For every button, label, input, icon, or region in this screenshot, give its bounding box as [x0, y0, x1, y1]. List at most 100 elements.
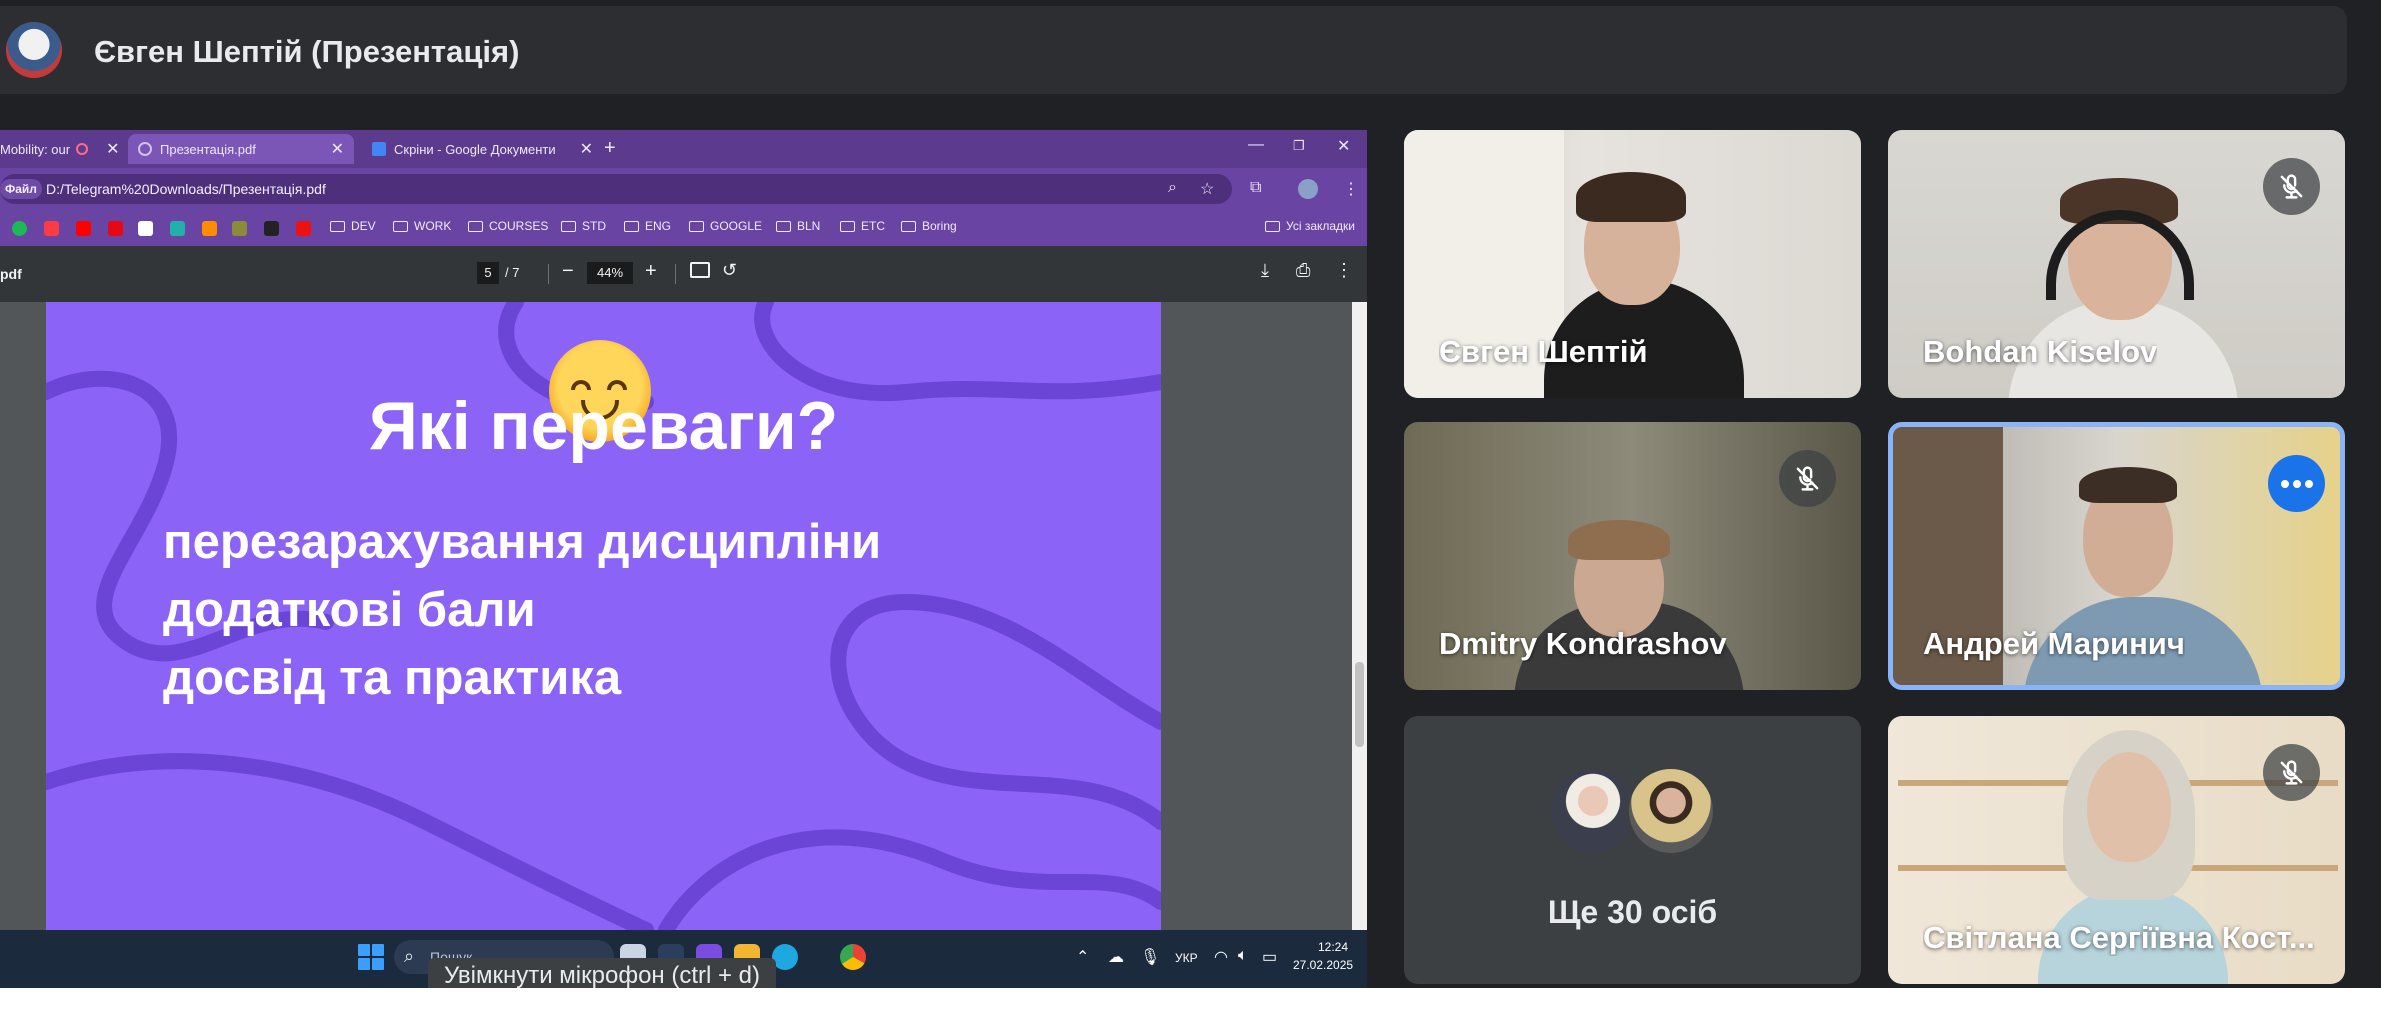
folder-icon	[776, 220, 791, 232]
minimize-icon[interactable]: —	[1248, 136, 1264, 154]
dot	[2305, 480, 2313, 488]
person-hair	[1568, 520, 1670, 560]
rotate-icon[interactable]: ↺	[722, 260, 737, 281]
more-options-icon[interactable]: ⋮	[1335, 260, 1353, 281]
presenter-avatar[interactable]	[6, 22, 62, 78]
participant-tile[interactable]: Dmitry Kondrashov	[1404, 422, 1861, 690]
chevron-up-icon[interactable]: ⌃	[1076, 947, 1089, 967]
url-text[interactable]: D:/Telegram%20Downloads/Презентація.pdf	[46, 181, 326, 197]
divider	[548, 264, 549, 284]
participant-name: Bohdan Kiselov	[1923, 334, 2158, 369]
cloud-icon[interactable]: ☁	[1108, 947, 1124, 967]
wifi-icon[interactable]: ◠	[1214, 947, 1228, 967]
language-indicator[interactable]: УКР	[1175, 951, 1198, 965]
mic-tooltip: Увімкнути мікрофон (ctrl + d)	[428, 958, 777, 988]
profile-avatar[interactable]	[1298, 179, 1318, 199]
presentation-title: Євген Шептій (Презентація)	[94, 34, 520, 69]
all-bookmarks[interactable]: Усі закладки	[1265, 219, 1355, 233]
chrome-icon[interactable]	[840, 944, 866, 970]
download-icon[interactable]: ⤓	[1261, 260, 1269, 281]
bookmark-folder-dev[interactable]: DEV	[330, 219, 376, 233]
participant-name: Андрей Маринич	[1923, 626, 2185, 661]
speaker-icon[interactable]: 🔈︎	[1238, 947, 1248, 965]
person-hair	[2079, 467, 2177, 503]
zoom-in-icon[interactable]: +	[645, 260, 657, 283]
slide-bullet: досвід та практика	[163, 651, 622, 705]
pdf-scrollbar[interactable]	[1352, 302, 1367, 930]
folder-icon	[1265, 220, 1280, 232]
person-hair	[1576, 172, 1686, 222]
folder-icon	[689, 220, 704, 232]
bookmark-icon[interactable]	[264, 221, 279, 236]
tab-google-docs[interactable]: Скріни - Google Документи ✕	[372, 134, 593, 164]
youtube-icon[interactable]	[76, 221, 91, 236]
bookmark-folder-etc[interactable]: ETC	[840, 219, 885, 233]
bookmark-folder-bln[interactable]: BLN	[776, 219, 820, 233]
tab-mobility[interactable]: Mobility: our ✕	[0, 134, 119, 164]
bookmark-folder-google[interactable]: GOOGLE	[689, 219, 762, 233]
page-total: / 7	[505, 265, 520, 280]
bookmark-folder-courses[interactable]: COURSES	[468, 219, 548, 233]
bookmark-icon[interactable]	[232, 221, 247, 236]
puma-icon[interactable]	[296, 221, 311, 236]
address-bar: Файл D:/Telegram%20Downloads/Презентація…	[0, 168, 1367, 210]
fit-page-icon[interactable]	[690, 262, 710, 278]
bookmark-icon[interactable]	[202, 221, 217, 236]
google-docs-icon	[372, 142, 386, 156]
participant-avatar	[1548, 766, 1638, 856]
participant-tile-speaking[interactable]: Андрей Маринич	[1888, 422, 2345, 690]
others-tile[interactable]: Ще 30 осіб	[1404, 716, 1861, 984]
folder-icon	[468, 220, 483, 232]
participant-avatar	[1626, 766, 1716, 856]
star-icon[interactable]: ☆	[1200, 179, 1214, 199]
bookmark-icon[interactable]	[170, 221, 185, 236]
meet-stage: Євген Шептій (Презентація) Mobility: our…	[0, 0, 2381, 988]
globe-icon	[138, 142, 152, 156]
presentation-header: Євген Шептій (Презентація)	[0, 6, 2347, 94]
page-number-input[interactable]: 5	[477, 262, 499, 284]
slide-bullet: додаткові бали	[163, 583, 536, 637]
scroll-thumb[interactable]	[1355, 662, 1364, 747]
slide-title: Які переваги?	[368, 388, 839, 464]
bookmark-folder-boring[interactable]: Boring	[901, 219, 957, 233]
music-icon[interactable]	[44, 221, 59, 236]
restore-icon[interactable]: ❐	[1293, 138, 1305, 154]
zoom-icon[interactable]: ⌕	[1168, 179, 1177, 197]
zoom-input[interactable]: 44%	[587, 262, 633, 284]
extensions-icon[interactable]: ⧉	[1250, 179, 1261, 197]
muted-badge	[1779, 450, 1836, 507]
participant-tile[interactable]: Bohdan Kiselov	[1888, 130, 2345, 398]
recording-icon	[76, 143, 89, 155]
divider	[675, 264, 676, 284]
close-window-icon[interactable]: ✕	[1337, 136, 1350, 156]
folder-icon	[840, 220, 855, 232]
bookmark-folder-eng[interactable]: ENG	[624, 219, 671, 233]
slide-bullet: перезарахування дисципліни	[163, 515, 882, 569]
participant-tile[interactable]: Євген Шептій	[1404, 130, 1861, 398]
more-participants-label: Ще 30 осіб	[1547, 894, 1718, 930]
clock-date[interactable]: 27.02.2025	[1293, 958, 1353, 972]
bookmark-folder-std[interactable]: STD	[561, 219, 606, 233]
dot	[2293, 480, 2301, 488]
pdf-file-name: pdf	[0, 266, 22, 282]
slide: Які переваги? перезарахування дисципліни…	[46, 302, 1161, 930]
new-tab-icon[interactable]: +	[604, 137, 616, 160]
bookmark-folder-work[interactable]: WORK	[393, 219, 451, 233]
spotify-icon[interactable]	[12, 221, 27, 236]
battery-icon[interactable]: ▭	[1262, 947, 1277, 967]
menu-icon[interactable]: ⋮	[1343, 179, 1359, 199]
print-icon[interactable]: ⎙	[1296, 260, 1310, 281]
close-tab-icon[interactable]: ✕	[331, 139, 344, 159]
close-tab-icon[interactable]: ✕	[580, 139, 593, 159]
microphone-icon[interactable]: 🎙︎	[1140, 947, 1160, 967]
more-options-button[interactable]	[2268, 455, 2325, 512]
bookmark-icon[interactable]	[138, 221, 153, 236]
close-tab-icon[interactable]: ✕	[106, 139, 119, 159]
zoom-out-icon[interactable]: −	[562, 260, 574, 283]
participant-tile[interactable]: Світлана Сергіївна Кост...	[1888, 716, 2345, 984]
clock-time[interactable]: 12:24	[1318, 940, 1348, 954]
netflix-icon[interactable]	[108, 221, 123, 236]
tab-presentation[interactable]: Презентація.pdf ✕	[128, 134, 354, 164]
participant-name: Світлана Сергіївна Кост...	[1923, 920, 2315, 955]
windows-start-icon[interactable]	[358, 944, 384, 970]
